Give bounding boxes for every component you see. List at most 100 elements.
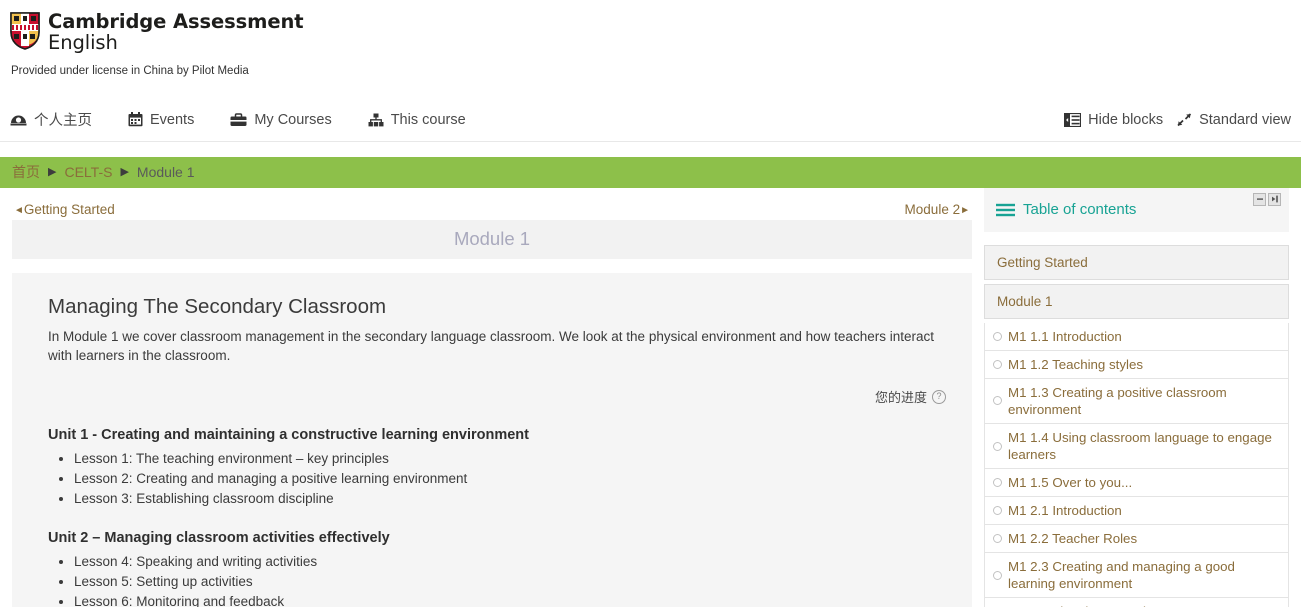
unit-heading: Unit 1 - Creating and maintaining a cons… <box>48 427 529 444</box>
progress-indicator: 您的进度 ? <box>38 387 946 406</box>
completion-circle-icon <box>993 331 1002 341</box>
license-note: Provided under license in China by Pilot… <box>11 64 249 77</box>
completion-circle-icon <box>993 506 1002 516</box>
list-item: Lesson 2: Creating and managing a positi… <box>74 469 946 489</box>
list-item: Lesson 4: Speaking and writing activitie… <box>74 552 946 572</box>
completion-circle-icon <box>993 534 1002 544</box>
cambridge-shield-crest-icon <box>10 12 40 50</box>
toc-item-label: M1 2.1 Introduction <box>1008 503 1122 519</box>
list-item[interactable]: M1 1.5 Over to you... <box>984 469 1289 498</box>
nav-item-dashboard[interactable]: 个人主页 <box>10 109 92 130</box>
list-item[interactable]: M1 2.3 Creating and managing a good lear… <box>984 553 1289 599</box>
unit-heading: Unit 2 – Managing classroom activities e… <box>48 530 390 547</box>
toc-section-header[interactable]: Module 1 <box>984 283 1289 319</box>
nav-item-my-courses-label: My Courses <box>254 111 332 128</box>
module-title: Module 1 <box>453 228 531 250</box>
nav-item-this-course[interactable]: This course <box>368 112 466 128</box>
list-item: Lesson 1: The teaching environment – key… <box>74 449 946 469</box>
dashboard-icon <box>10 112 27 127</box>
dock-left-icon[interactable] <box>1268 192 1281 206</box>
toc-item-label: M1 2.3 Creating and managing a good lear… <box>1008 559 1235 592</box>
toc-item-label: M1 1.1 Introduction <box>1008 328 1122 344</box>
toc-title: Table of contents <box>1023 201 1137 219</box>
main-navbar: 个人主页 Events My Courses This course Hide … <box>0 99 1301 142</box>
breadcrumb: 首页 ▶ CELT-S ▶ Module 1 <box>0 156 1301 188</box>
breadcrumb-item-current: Module 1 <box>136 164 195 181</box>
completion-circle-icon <box>993 359 1002 369</box>
list-item[interactable]: M1 1.1 Introduction <box>984 322 1289 351</box>
completion-circle-icon <box>993 478 1002 488</box>
toc-section-header[interactable]: Getting Started <box>984 244 1289 280</box>
breadcrumb-separator-icon: ▶ <box>48 165 57 178</box>
list-item[interactable]: M1 1.3 Creating a positive classroom env… <box>984 378 1289 424</box>
navbar-left-group: 个人主页 Events My Courses This course <box>10 109 502 130</box>
toc-header: Table of contents <box>984 187 1289 232</box>
module-heading: Managing The Secondary Classroom <box>48 294 387 318</box>
list-item: Lesson 5: Setting up activities <box>74 572 946 592</box>
next-section-link[interactable]: Module 2► <box>905 202 970 217</box>
toc-list: Getting Started Module 1 M1 1.1 Introduc… <box>984 244 1289 607</box>
module-intro-text: In Module 1 we cover classroom managemen… <box>48 328 934 363</box>
toc-section-module-1: Module 1 M1 1.1 Introduction M1 1.2 Teac… <box>984 283 1289 607</box>
list-item[interactable]: M1 2.2 Teacher Roles <box>984 525 1289 554</box>
hide-blocks-button[interactable]: Hide blocks <box>1064 112 1163 128</box>
brand-name-line2: English <box>48 31 118 55</box>
unit-1-lesson-list: Lesson 1: The teaching environment – key… <box>48 449 946 509</box>
breadcrumb-separator-icon: ▶ <box>120 165 129 178</box>
toc-item-label: M1 2.4 The classroom layout <box>1008 603 1178 607</box>
standard-view-button[interactable]: Standard view <box>1177 112 1291 128</box>
toc-item-label: M1 1.3 Creating a positive classroom env… <box>1008 384 1227 417</box>
progress-label: 您的进度 <box>874 390 927 406</box>
next-arrow-icon: ► <box>960 204 970 216</box>
nav-item-this-course-label: This course <box>390 111 466 128</box>
brand-logo[interactable]: Cambridge Assessment English <box>10 10 1301 55</box>
main-content-column: ◄Getting Started Module 2► Module 1 Mana… <box>0 188 984 607</box>
minimize-icon[interactable] <box>1253 192 1266 206</box>
briefcase-icon <box>230 113 247 127</box>
prev-section-link[interactable]: ◄Getting Started <box>14 202 115 217</box>
section-navigation: ◄Getting Started Module 2► <box>12 188 972 220</box>
list-item[interactable]: M1 1.4 Using classroom language to engag… <box>984 424 1289 470</box>
list-item[interactable]: M1 1.2 Teaching styles <box>984 350 1289 379</box>
completion-circle-icon <box>993 570 1002 580</box>
toc-item-label: M1 1.2 Teaching styles <box>1008 356 1144 372</box>
unit-1-block: Unit 1 - Creating and maintaining a cons… <box>38 427 946 509</box>
toc-section-getting-started: Getting Started <box>984 244 1289 280</box>
module-title-bar: Module 1 <box>12 219 972 259</box>
list-item[interactable]: M1 2.4 The classroom layout <box>984 598 1289 607</box>
unit-2-lesson-list: Lesson 4: Speaking and writing activitie… <box>48 552 946 607</box>
calendar-icon <box>128 112 143 127</box>
toc-item-label: M1 2.2 Teacher Roles <box>1008 531 1138 547</box>
toc-header-buttons <box>1253 192 1281 206</box>
compress-icon <box>1177 113 1192 127</box>
navbar-right-group: Hide blocks Standard view <box>1050 112 1291 128</box>
prev-arrow-icon: ◄ <box>14 204 24 216</box>
toc-block: Table of contents Getting Started Module <box>984 187 1289 607</box>
brand-name-line1: Cambridge Assessment <box>48 10 304 33</box>
breadcrumb-item-course[interactable]: CELT-S <box>64 164 112 180</box>
columns-icon <box>1064 112 1082 127</box>
list-item: Lesson 6: Monitoring and feedback <box>74 592 946 607</box>
nav-item-my-courses[interactable]: My Courses <box>230 111 332 128</box>
list-item: Lesson 3: Establishing classroom discipl… <box>74 489 946 509</box>
standard-view-label: Standard view <box>1199 111 1291 128</box>
list-item[interactable]: M1 2.1 Introduction <box>984 497 1289 526</box>
module-content-card: Managing The Secondary Classroom In Modu… <box>12 272 972 607</box>
completion-circle-icon <box>993 396 1002 406</box>
page-body: ◄Getting Started Module 2► Module 1 Mana… <box>0 187 1301 607</box>
nav-item-dashboard-label: 个人主页 <box>34 113 92 130</box>
site-header: Cambridge Assessment English Provided un… <box>0 0 1301 77</box>
prev-section-label: Getting Started <box>23 201 115 217</box>
unit-2-block: Unit 2 – Managing classroom activities e… <box>38 530 946 607</box>
nav-item-events[interactable]: Events <box>128 112 194 128</box>
breadcrumb-item-home[interactable]: 首页 <box>12 162 40 182</box>
hide-blocks-label: Hide blocks <box>1088 111 1164 128</box>
completion-circle-icon <box>993 441 1002 451</box>
toc-item-label: M1 1.5 Over to you... <box>1008 475 1133 491</box>
help-question-icon[interactable]: ? <box>932 389 946 404</box>
next-section-label: Module 2 <box>904 201 961 217</box>
hamburger-icon <box>996 203 1015 217</box>
toc-item-label: M1 1.4 Using classroom language to engag… <box>1008 430 1272 463</box>
nav-item-events-label: Events <box>150 111 195 128</box>
sitemap-icon <box>368 113 384 127</box>
